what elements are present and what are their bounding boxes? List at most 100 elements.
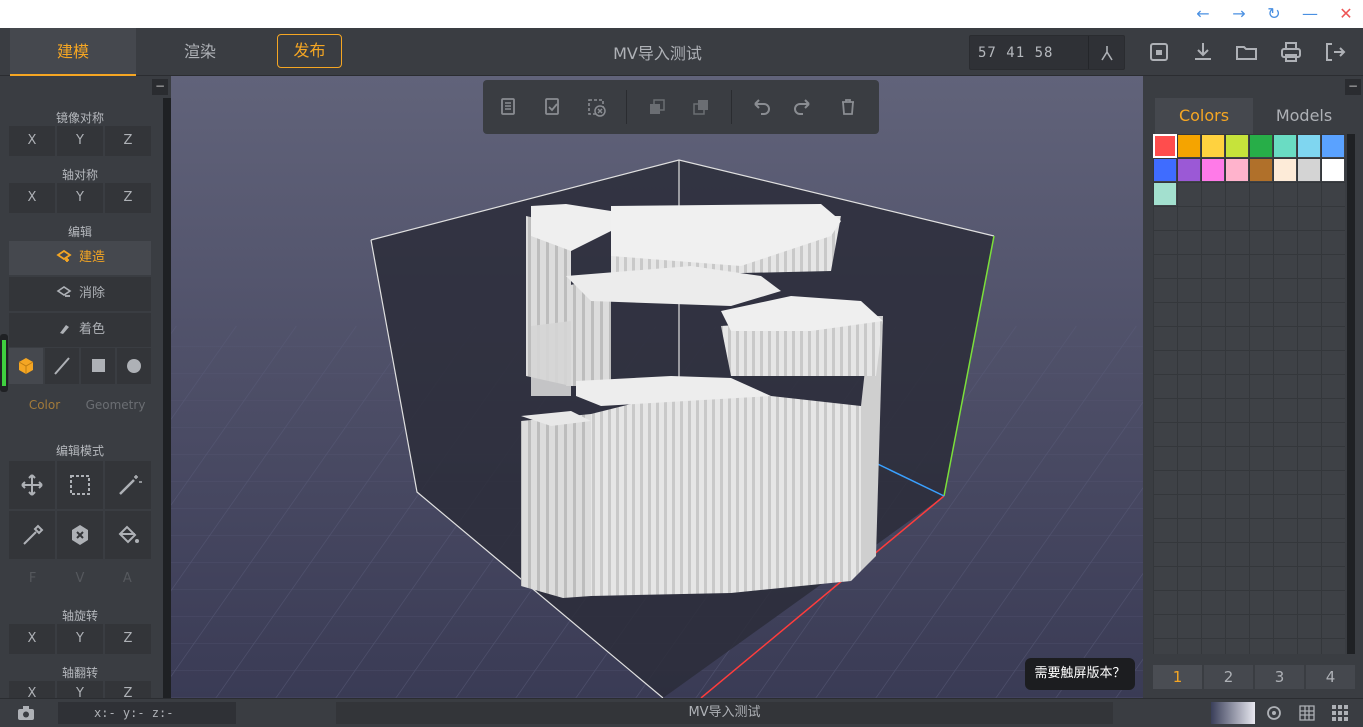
refresh-button[interactable]: ↻ <box>1263 4 1285 24</box>
tab-build[interactable]: 建模 <box>10 28 136 76</box>
fva-a-toggle[interactable]: A <box>104 569 151 589</box>
tab-colors[interactable]: Colors <box>1155 98 1253 134</box>
palette-page-4[interactable]: 4 <box>1306 665 1355 689</box>
color-swatch[interactable] <box>1154 159 1176 181</box>
color-swatch[interactable] <box>1226 135 1248 157</box>
shape-voxel-button[interactable] <box>9 348 43 384</box>
color-swatch[interactable] <box>1322 135 1344 157</box>
color-swatch[interactable] <box>1298 159 1320 181</box>
color-swatch[interactable] <box>1153 134 1177 158</box>
cursor-coordinates: x:- y:- z:- <box>58 702 236 724</box>
camera-icon[interactable] <box>16 703 36 723</box>
layer-back-icon[interactable] <box>641 92 671 122</box>
color-swatch[interactable] <box>1202 135 1224 157</box>
rotate-y-button[interactable]: Y <box>57 624 103 654</box>
undo-icon[interactable] <box>745 92 775 122</box>
shape-rect-button[interactable] <box>81 348 115 384</box>
shape-line-button[interactable] <box>45 348 79 384</box>
background-gradient-button[interactable] <box>1211 702 1255 724</box>
color-palette[interactable] <box>1153 134 1345 654</box>
tab-models[interactable]: Models <box>1253 98 1355 134</box>
left-edge-handle[interactable] <box>0 334 8 392</box>
minimize-button[interactable]: — <box>1299 4 1321 24</box>
color-swatch[interactable] <box>1274 159 1296 181</box>
close-window-button[interactable]: ✕ <box>1335 4 1357 24</box>
resize-icon[interactable] <box>1088 36 1124 69</box>
flip-z-button[interactable]: Z <box>105 681 151 698</box>
eyedropper-tool-button[interactable] <box>9 511 55 559</box>
axis-sym-y-button[interactable]: Y <box>57 183 103 213</box>
clear-selection-icon[interactable] <box>581 92 611 122</box>
print-icon[interactable] <box>1276 37 1306 67</box>
tab-render[interactable]: 渲染 <box>140 28 260 76</box>
3d-viewport[interactable]: 需要触屏版本？ <box>171 76 1143 698</box>
exit-icon[interactable] <box>1320 37 1350 67</box>
color-swatch[interactable] <box>1250 135 1272 157</box>
mirror-x-button[interactable]: X <box>9 126 55 156</box>
color-swatch[interactable] <box>1322 159 1344 181</box>
mirror-z-button[interactable]: Z <box>105 126 151 156</box>
forward-button[interactable]: → <box>1228 4 1250 24</box>
rotate-z-button[interactable]: Z <box>105 624 151 654</box>
color-swatch[interactable] <box>1274 135 1296 157</box>
paint-button[interactable]: 着色 <box>9 313 151 347</box>
palette-scrollbar[interactable] <box>1347 134 1355 654</box>
color-swatch[interactable] <box>1226 159 1248 181</box>
delete-voxel-tool-button[interactable] <box>57 511 103 559</box>
axis-sym-row: X Y Z <box>9 183 151 213</box>
axis-rotate-row: X Y Z <box>9 624 151 654</box>
color-swatch[interactable] <box>1250 159 1272 181</box>
back-button[interactable]: ← <box>1192 4 1214 24</box>
open-folder-icon[interactable] <box>1232 37 1262 67</box>
subtab-geometry[interactable]: Geometry <box>80 392 151 418</box>
flip-y-button[interactable]: Y <box>57 681 103 698</box>
color-swatch[interactable] <box>1202 159 1224 181</box>
erase-button[interactable]: 消除 <box>9 277 151 311</box>
right-collapse-button[interactable]: − <box>1345 79 1361 95</box>
trash-icon[interactable] <box>833 92 863 122</box>
left-collapse-button[interactable]: − <box>152 79 168 95</box>
palette-page-3[interactable]: 3 <box>1255 665 1304 689</box>
status-model-name: MV导入测试 <box>336 702 1113 724</box>
window-titlebar: ← → ↻ — ✕ <box>0 0 1363 28</box>
left-scrollbar[interactable] <box>163 98 171 698</box>
fill-bucket-tool-button[interactable] <box>105 511 151 559</box>
save-icon[interactable] <box>1144 37 1174 67</box>
palette-page-1[interactable]: 1 <box>1153 665 1202 689</box>
axis-sym-x-button[interactable]: X <box>9 183 55 213</box>
flip-x-button[interactable]: X <box>9 681 55 698</box>
palette-page-2[interactable]: 2 <box>1204 665 1253 689</box>
toolbar-separator <box>626 90 627 124</box>
axis-sym-z-button[interactable]: Z <box>105 183 151 213</box>
paste-icon[interactable] <box>537 92 567 122</box>
touch-version-button[interactable]: 需要触屏版本？ <box>1025 658 1135 690</box>
mirror-axis-row: X Y Z <box>9 126 151 156</box>
grid-toggle-icon[interactable] <box>1297 703 1317 723</box>
fva-f-toggle[interactable]: F <box>9 569 56 589</box>
redo-icon[interactable] <box>789 92 819 122</box>
shape-sphere-button[interactable] <box>117 348 151 384</box>
dimensions-field[interactable]: 57 41 58 <box>969 35 1125 70</box>
copy-icon[interactable] <box>493 92 523 122</box>
magic-wand-tool-button[interactable] <box>105 461 151 509</box>
download-icon[interactable] <box>1188 37 1218 67</box>
rotate-x-button[interactable]: X <box>9 624 55 654</box>
subtab-color[interactable]: Color <box>9 392 80 418</box>
build-button[interactable]: 建造 <box>9 241 151 275</box>
select-box-tool-button[interactable] <box>57 461 103 509</box>
scene-canvas[interactable] <box>171 76 1143 698</box>
mirror-y-button[interactable]: Y <box>57 126 103 156</box>
color-swatch[interactable] <box>1298 135 1320 157</box>
color-swatch[interactable] <box>1154 183 1176 205</box>
reset-view-icon[interactable] <box>1264 703 1284 723</box>
eyedropper-icon <box>23 524 44 545</box>
erase-label: 消除 <box>78 286 105 301</box>
color-swatch[interactable] <box>1178 159 1200 181</box>
dense-grid-icon[interactable] <box>1330 703 1350 723</box>
layer-front-icon[interactable] <box>685 92 715 122</box>
publish-button[interactable]: 发布 <box>277 34 342 68</box>
color-swatch[interactable] <box>1178 135 1200 157</box>
axis-sym-title: 轴对称 <box>61 168 98 182</box>
fva-v-toggle[interactable]: V <box>56 569 103 589</box>
move-tool-button[interactable] <box>9 461 55 509</box>
